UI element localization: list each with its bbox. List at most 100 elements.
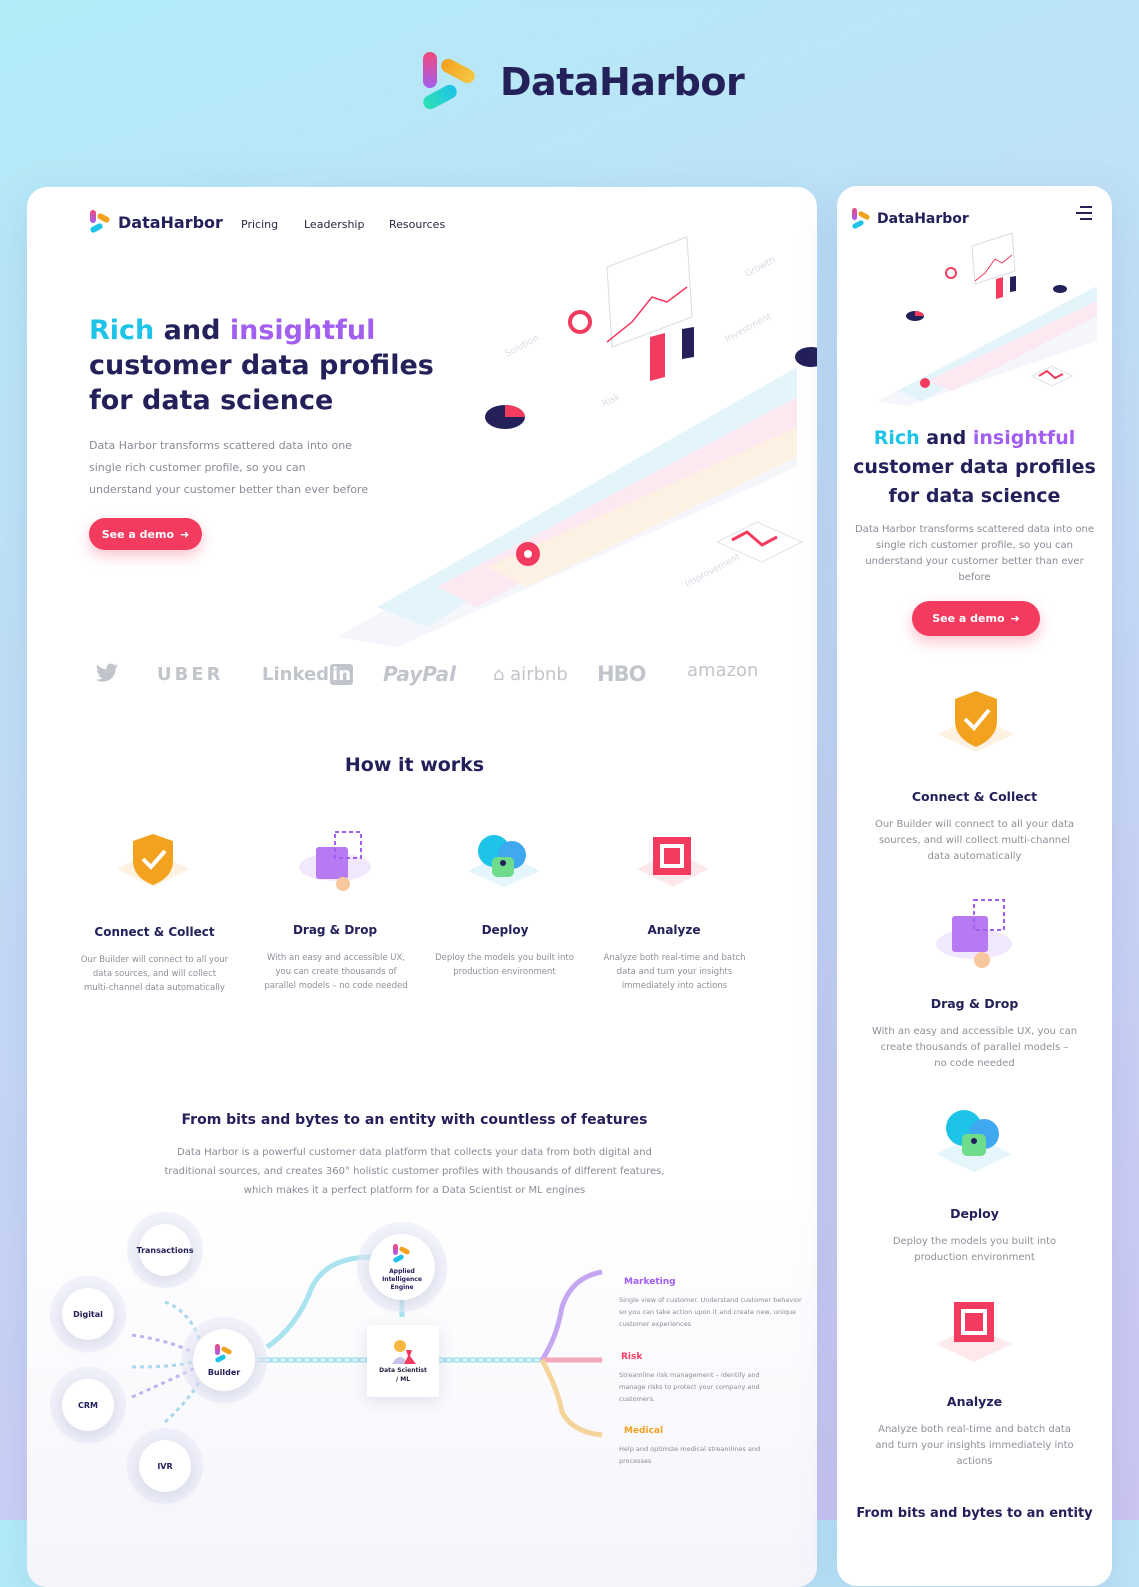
node-data-scientist: Data Scientist / ML [367, 1325, 439, 1397]
linkedin-logo: Linked in [262, 664, 354, 685]
step-title: Deploy [481, 923, 529, 937]
linkedin-text: Linked [262, 664, 330, 685]
step-desc-line: data and turn your insights [616, 967, 733, 977]
bits-desc-line: which makes it a perfect platform for a … [243, 1185, 586, 1196]
nav-pricing[interactable]: Pricing [241, 218, 278, 231]
step-desc-line: Analyze both real-time and batch data [878, 1424, 1071, 1435]
step-desc-line: and turn your insights immediately into [875, 1440, 1074, 1451]
label-solution: Solution [504, 334, 541, 360]
see-demo-label: See a demo [101, 527, 175, 541]
node-transactions: Transactions [136, 1224, 194, 1276]
hero-desc-line: before [958, 572, 991, 583]
node-digital: Digital [62, 1288, 114, 1340]
hero-title: Rich and insightful customer data profil… [89, 313, 449, 418]
shield-check-icon [113, 829, 193, 899]
brand-logo: DataHarbor [420, 50, 745, 114]
step-desc: With an easy and accessible UX, you can … [847, 1024, 1102, 1072]
linkedin-in-box: in [330, 664, 354, 685]
hero-title-line2: customer data profiles [853, 456, 1096, 478]
step-desc-line: actions [956, 1456, 993, 1467]
step-title: Connect & Collect [94, 925, 215, 939]
outcome-desc-line: Single view of customer. Understand cust… [619, 1296, 802, 1304]
outcome-medical-title: Medical [624, 1426, 664, 1436]
hero-title-and: and [154, 315, 230, 346]
logo-mark-icon [392, 1243, 412, 1265]
node-crm: CRM [62, 1379, 114, 1431]
step-desc-line: sources, and will collect multi-channel [878, 835, 1071, 846]
step-desc-line: no code needed [934, 1058, 1015, 1069]
hero-description: Data Harbor transforms scattered data in… [89, 435, 368, 501]
step-desc-line: Our Builder will connect to all your dat… [874, 819, 1075, 830]
nav-brand-name: DataHarbor [118, 212, 223, 232]
outcome-desc-line: Streamline risk management – identify an… [619, 1371, 760, 1379]
step-desc-line: With an easy and accessible UX, you can [871, 1026, 1078, 1037]
scientist-label: / ML [395, 1376, 411, 1383]
step-title: Analyze [946, 1394, 1003, 1409]
cloud-deploy-icon [932, 1104, 1017, 1184]
step-desc-line: Deploy the models you built into [435, 953, 574, 963]
airbnb-text: airbnb [510, 664, 568, 685]
engine-label: Engine [390, 1283, 414, 1291]
mobile-preview: DataHarbor Rich and insightful customer … [837, 186, 1112, 1586]
cloud-deploy-icon [464, 829, 544, 899]
outcome-marketing-desc: Single view of customer. Understand cust… [619, 1294, 817, 1330]
label-risk: Risk [601, 392, 623, 410]
logo-mark-icon [420, 50, 482, 114]
step-desc-line: With an easy and accessible UX, [266, 953, 406, 963]
bits-desc-line: traditional sources, and creates 360° ho… [164, 1166, 665, 1177]
step-desc-line: Deploy the models you built into [892, 1236, 1057, 1247]
hero-desc-line: Data Harbor transforms scattered data in… [854, 524, 1095, 535]
mobile-hero-illustration [877, 232, 1097, 406]
see-demo-button[interactable]: See a demo ➜ [89, 518, 202, 550]
step-desc-line: you can create thousands of [275, 967, 397, 977]
scientist-icon [392, 1340, 416, 1364]
paypal-logo: PayPal [383, 662, 457, 686]
desktop-nav-logo[interactable]: DataHarbor [89, 209, 223, 235]
hero-title-line2: customer data profiles [89, 350, 434, 381]
hero-desc-line: understand your customer better than eve… [865, 556, 1084, 567]
bits-desc-line: Data Harbor is a powerful customer data … [177, 1147, 652, 1158]
brand-name: DataHarbor [500, 60, 745, 104]
step-desc-line: immediately into actions [621, 981, 728, 991]
hamburger-menu-icon[interactable] [1076, 206, 1092, 220]
step-desc-line: Analyze both real-time and batch [603, 953, 746, 963]
step-desc-line: create thousands of parallel models – [880, 1042, 1069, 1053]
step-desc: Analyze both real-time and batch data an… [847, 1422, 1102, 1470]
mobile-hero-title: Rich and insightful customer data profil… [837, 424, 1112, 511]
uber-logo: UBER [157, 664, 224, 685]
step-desc-line: production environment [453, 967, 556, 977]
step-desc: With an easy and accessible UX, you can … [252, 951, 420, 993]
node-engine: Applied Intelligence Engine [369, 1234, 435, 1300]
arrow-right-icon: ➜ [1010, 612, 1020, 625]
logo-mark-icon [851, 207, 871, 231]
hero-desc-line: single rich customer profile, so you can [876, 540, 1073, 551]
hero-desc-line: single rich customer profile, so you can [89, 461, 306, 474]
processor-chip-icon [633, 829, 713, 899]
step-title: Drag & Drop [930, 996, 1019, 1011]
desktop-preview: DataHarbor Pricing Leadership Resources … [27, 187, 817, 1587]
scientist-label: Data Scientist [379, 1367, 427, 1374]
see-demo-label: See a demo [932, 612, 1005, 625]
hbo-logo: HBO [597, 662, 646, 686]
mobile-nav-logo[interactable]: DataHarbor [851, 207, 969, 231]
drag-drop-icon [295, 829, 375, 899]
mobile-bits-title: From bits and bytes to an entity [856, 1506, 1093, 1521]
label-improvement: Improvement [684, 552, 743, 589]
outcome-desc-line: so you can take action upon it and creat… [619, 1308, 797, 1316]
logo-mark-icon [89, 209, 111, 235]
hero-title-rich: Rich [89, 315, 155, 346]
outcome-desc-line: processes [619, 1457, 652, 1465]
outcome-desc-line: customers. [619, 1395, 656, 1403]
step-desc-line: parallel models – no code needed [264, 981, 408, 991]
step-desc: Our Builder will connect to all your dat… [72, 953, 237, 995]
label-growth: Growth [744, 256, 777, 280]
logo-mark-icon [214, 1343, 234, 1365]
node-ivr: IVR [139, 1440, 191, 1492]
twitter-logo-icon [95, 663, 118, 682]
hero-desc-line: understand your customer better than eve… [89, 483, 369, 496]
hero-title-rich: Rich [873, 427, 920, 449]
step-desc: Analyze both real-time and batch data an… [592, 951, 757, 993]
mobile-see-demo-button[interactable]: See a demo ➜ [912, 601, 1040, 636]
engine-label: Intelligence [382, 1275, 422, 1283]
outcome-risk-desc: Streamline risk management – identify an… [619, 1369, 817, 1405]
